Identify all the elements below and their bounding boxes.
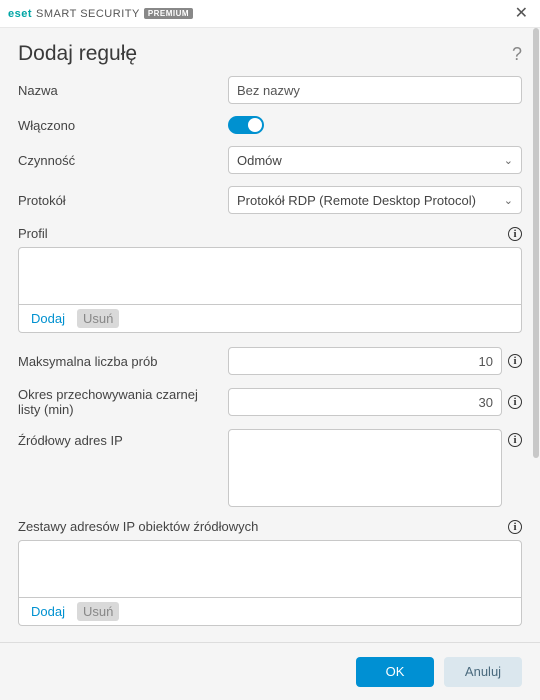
source-ip-sets-listbox[interactable]	[18, 540, 522, 598]
action-select[interactable]: Odmów ⌄	[228, 146, 522, 174]
brand: eset SMART SECURITY PREMIUM	[8, 8, 193, 20]
scrollbar[interactable]	[532, 28, 540, 642]
max-attempts-input[interactable]	[228, 347, 502, 375]
profile-actions: Dodaj Usuń	[18, 305, 522, 333]
brand-product: SMART SECURITY	[36, 8, 140, 20]
help-icon[interactable]: ?	[512, 44, 522, 65]
profile-delete-button[interactable]: Usuń	[77, 309, 119, 328]
source-ip-listbox[interactable]	[228, 429, 502, 507]
brand-badge: PREMIUM	[144, 8, 193, 19]
info-icon[interactable]: i	[508, 227, 522, 241]
page-title: Dodaj regułę	[18, 42, 512, 66]
cancel-button[interactable]: Anuluj	[444, 657, 522, 687]
info-icon[interactable]: i	[508, 433, 522, 447]
enabled-toggle[interactable]	[228, 116, 264, 134]
profile-listbox[interactable]	[18, 247, 522, 305]
ipsets-add-button[interactable]: Dodaj	[25, 602, 71, 621]
profile-label: Profil	[18, 226, 48, 241]
source-ip-label: Źródłowy adres IP	[18, 429, 218, 448]
protocol-select[interactable]: Protokół RDP (Remote Desktop Protocol) ⌄	[228, 186, 522, 214]
close-icon[interactable]: ✕	[511, 6, 532, 22]
profile-add-button[interactable]: Dodaj	[25, 309, 71, 328]
info-icon[interactable]: i	[508, 395, 522, 409]
header: Dodaj regułę ?	[0, 28, 540, 76]
ok-button[interactable]: OK	[356, 657, 434, 687]
protocol-label: Protokół	[18, 193, 218, 208]
blacklist-period-input[interactable]	[228, 388, 502, 416]
source-ip-sets-label: Zestawy adresów IP obiektów źródłowych	[18, 519, 258, 534]
max-attempts-label: Maksymalna liczba prób	[18, 354, 218, 369]
name-label: Nazwa	[18, 83, 218, 98]
titlebar: eset SMART SECURITY PREMIUM ✕	[0, 0, 540, 28]
enabled-label: Włączono	[18, 118, 218, 133]
chevron-down-icon: ⌄	[504, 154, 513, 167]
content: Nazwa Włączono Czynność Odmów ⌄ Protokół…	[0, 76, 540, 636]
action-value: Odmów	[237, 153, 282, 168]
source-ip-sets-actions: Dodaj Usuń	[18, 598, 522, 626]
brand-eset: eset	[8, 8, 32, 20]
ipsets-delete-button[interactable]: Usuń	[77, 602, 119, 621]
info-icon[interactable]: i	[508, 520, 522, 534]
chevron-down-icon: ⌄	[504, 194, 513, 207]
footer: OK Anuluj	[0, 642, 540, 700]
scrollbar-thumb[interactable]	[533, 28, 539, 458]
action-label: Czynność	[18, 153, 218, 168]
blacklist-period-label: Okres przechowywania czarnej listy (min)	[18, 387, 218, 417]
info-icon[interactable]: i	[508, 354, 522, 368]
name-input[interactable]	[228, 76, 522, 104]
protocol-value: Protokół RDP (Remote Desktop Protocol)	[237, 193, 476, 208]
